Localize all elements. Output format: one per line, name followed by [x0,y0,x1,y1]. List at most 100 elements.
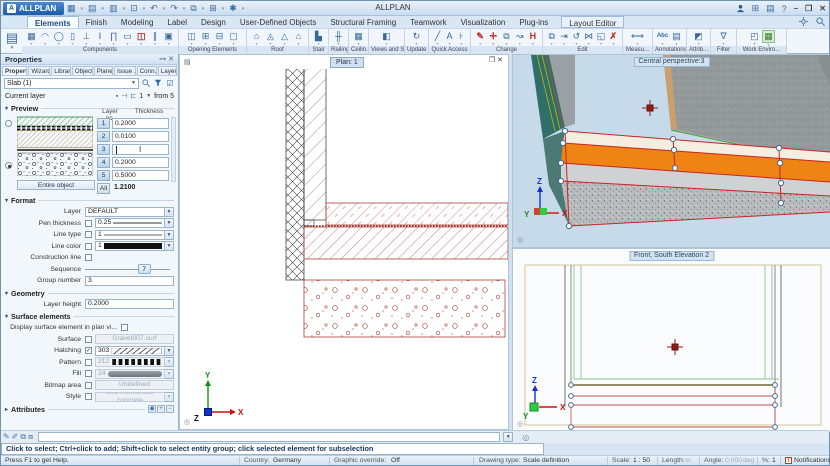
pen-select[interactable]: 0.25 [95,218,165,228]
panel-tab-propert-[interactable]: Propert... [2,66,27,75]
door-swing-icon[interactable]: ◠▾ [39,31,52,45]
menu-tab-label[interactable]: Label [160,16,194,28]
line-icon[interactable]: ╱▾ [432,31,443,45]
layer-number-button[interactable]: 5 [97,170,110,181]
sequence-slider-thumb[interactable]: 7 [138,264,151,274]
transfer-icon[interactable]: ⧈ [28,432,33,441]
chevron-down-icon[interactable]: ▼ [165,357,174,367]
plane-setup-icon[interactable]: ◰▾ [748,31,761,45]
add-attribute-button[interactable]: + [157,405,165,413]
current-layer-value[interactable]: 1 [139,93,143,100]
chevron-down-icon[interactable]: ▼ [165,207,174,217]
construction-line-checkbox[interactable] [85,254,92,261]
track-point-icon[interactable]: ◎ [522,433,529,442]
viewport-menu-icon[interactable]: ▤ [184,58,191,66]
roof-frame-icon[interactable]: △▾ [278,31,291,45]
tools-icon[interactable]: ✱ [229,2,237,15]
mirror-icon[interactable]: ⋈▾ [583,31,594,45]
settings-gear-icon[interactable] [799,17,808,26]
linecolor-checkbox[interactable] [85,243,92,250]
pattern-checkbox[interactable] [85,359,92,366]
pen-checkbox[interactable] [85,220,92,227]
view-navigation-icon[interactable]: ◎ [184,418,190,426]
bitmap-area-value[interactable]: Undefined [95,380,174,390]
dormer-icon[interactable]: ⌂▾ [292,31,305,45]
viewport-plan[interactable]: ▤ Plan: 1 ❐✕ Y [179,54,509,430]
roof-covering-icon[interactable]: ◬▾ [264,31,277,45]
fill-checkbox[interactable] [85,370,92,377]
recess-icon[interactable]: ▢▾ [227,31,240,45]
style-value[interactable]: 301 Reinforced concrete [95,392,165,402]
grid-icon[interactable]: ▭▾ [121,31,134,45]
ceiling-icon[interactable]: ▦▾ [352,31,365,45]
hatching-checkbox[interactable]: ✓ [85,347,92,354]
country-value[interactable]: Germany [273,457,301,464]
layer-number-button[interactable]: 2 [97,131,110,142]
workspace-green-icon[interactable]: ▦▾ [762,30,775,46]
window-corner-icon[interactable]: ⊟▾ [213,31,226,45]
hatching-value[interactable]: 303 [95,346,165,356]
take-over-icon[interactable]: ⧉ [20,432,26,441]
spacing-icon[interactable]: ⇥▾ [558,31,569,45]
menu-tab-visualization[interactable]: Visualization [454,16,513,28]
layer-number-button[interactable]: All [97,183,110,194]
shop-icon[interactable]: ▤ [766,3,775,14]
section-geometry-header[interactable]: ▾ Geometry [1,287,178,299]
display-surface-checkbox[interactable] [121,324,128,331]
layer-thickness-input[interactable]: 0.2000 [112,157,169,168]
chevron-down-icon[interactable]: ▼ [165,241,174,251]
wall-opening-red-icon[interactable]: ◫▾ [135,31,148,45]
column-icon[interactable]: ▯▾ [66,31,79,45]
panel-tab-issue-[interactable]: Issue ... [114,66,135,75]
percent-value[interactable]: 1 [772,457,776,464]
notifications-icon[interactable]: ! [785,457,792,464]
column-base-icon[interactable]: ⊥▾ [80,31,93,45]
chevron-down-icon[interactable]: ▼ [165,392,174,402]
pin-icon[interactable]: ⊶ [159,56,166,63]
notifications-label[interactable]: Notifications [794,457,830,464]
drawing-type-value[interactable]: Scale definition [523,457,569,464]
stair-icon[interactable]: ▙▾ [312,31,325,45]
filter-icon[interactable] [153,79,163,89]
update-3d-icon[interactable]: ↻▾ [410,31,423,45]
entire-object-button[interactable]: Entire object [17,180,95,190]
bitmap-area-checkbox[interactable] [85,382,92,389]
pin-red-icon[interactable]: ✛▾ [487,31,499,45]
close-icon[interactable]: ✕ [497,57,505,64]
plan-view-tab[interactable]: Plan: 1 [330,57,364,68]
close-icon[interactable]: ✕ [168,56,174,63]
menu-tab-elements[interactable]: Elements [27,16,79,28]
panel-tab-conn-[interactable]: Conn... [137,66,157,75]
viewport-elevation[interactable]: Z X Y Front, South Elevation 2 ◎ [512,248,830,432]
layer-number-button[interactable]: 4 [97,157,110,168]
surface-value[interactable]: Gravel007.surf [95,334,174,344]
resize-icon[interactable]: ◱▾ [595,31,606,45]
views-sections-icon[interactable]: ◧▾ [380,31,393,45]
allplan-logo[interactable]: A ALLPLAN [3,2,64,15]
window-icon[interactable]: ⊞▾ [199,31,212,45]
layer-nav-next-icon[interactable]: ⊏ [130,92,136,100]
edit-pen-red-icon[interactable]: ✎▾ [474,31,486,45]
connect-icon[interactable]: ⊞ [752,3,760,14]
layer-thickness-input[interactable]: 0.0100 [112,131,169,142]
view-navigation-icon[interactable]: ◎ [517,236,523,244]
save-icon[interactable]: ⊡ [130,2,138,15]
attributes-tag-icon[interactable]: ◩▾ [692,31,705,45]
length-unit[interactable]: m [685,457,691,464]
measure-icon[interactable]: ⟷▾ [631,31,644,45]
section-format-header[interactable]: ▾ Format [1,194,178,206]
linetype-select[interactable]: 1 [95,230,165,240]
search-icon[interactable] [816,17,825,26]
layer-thickness-input[interactable]: 0.2000 [112,118,169,129]
chevron-down-icon[interactable]: ▼ [165,230,174,240]
undo-icon[interactable]: ↶ [150,2,158,15]
beam-icon[interactable]: Ⅰ▾ [94,31,107,45]
menu-tab-structural-framing[interactable]: Structural Framing [323,16,403,28]
text-icon[interactable]: A▾ [444,31,455,45]
graphic-override-value[interactable]: Off [391,457,400,464]
pattern-value[interactable]: 212 [95,357,165,367]
menu-tab-design[interactable]: Design [194,16,233,28]
copy-edit-icon[interactable]: ⧉▾ [500,31,512,45]
linecolor-select[interactable]: 1 [95,241,165,251]
search-icon[interactable] [141,79,151,89]
